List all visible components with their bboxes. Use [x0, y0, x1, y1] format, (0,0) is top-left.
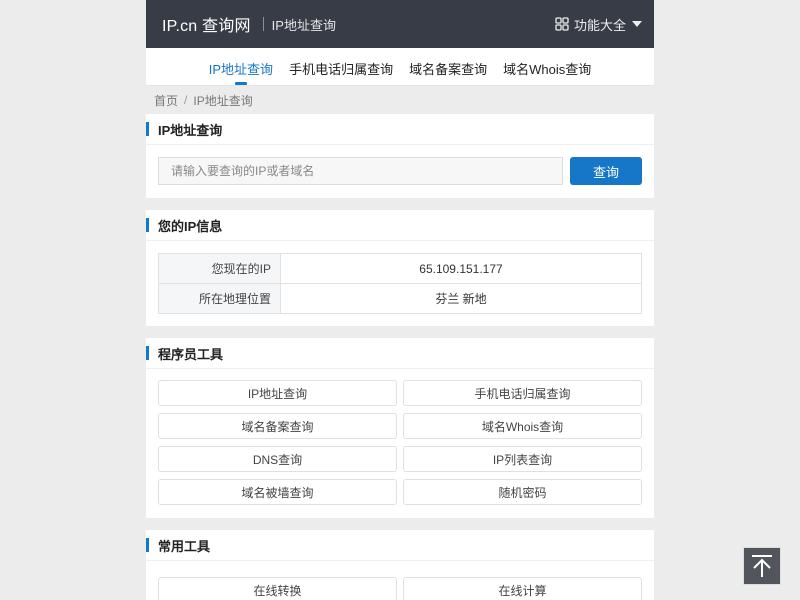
common-tools-card: 常用工具 在线转换 在线计算	[146, 530, 654, 600]
tool-domain-blocked-button[interactable]: 域名被墙查询	[158, 479, 397, 505]
tool-random-password-button[interactable]: 随机密码	[403, 479, 642, 505]
search-button[interactable]: 查询	[570, 157, 642, 185]
dev-tools-title: 程序员工具	[158, 346, 224, 362]
tab-domain-icp[interactable]: 域名备案查询	[409, 48, 487, 85]
search-card-header: IP地址查询	[146, 114, 654, 145]
tool-domain-icp-button[interactable]: 域名备案查询	[158, 413, 397, 439]
common-tools-grid: 在线转换 在线计算	[146, 561, 654, 600]
title-accent-bar	[146, 346, 149, 360]
ip-info-body: 您现在的IP 65.109.151.177 所在地理位置 芬兰 新地	[146, 241, 654, 326]
tool-phone-lookup-button[interactable]: 手机电话归属查询	[403, 380, 642, 406]
ip-info-card: 您的IP信息 您现在的IP 65.109.151.177 所在地理位置 芬兰 新…	[146, 210, 654, 326]
ip-info-title: 您的IP信息	[158, 218, 223, 234]
breadcrumb-separator: /	[184, 93, 188, 107]
search-card-title: IP地址查询	[158, 122, 223, 138]
tab-phone-lookup[interactable]: 手机电话归属查询	[289, 48, 393, 85]
grid-icon	[555, 17, 569, 31]
tab-ip-lookup[interactable]: IP地址查询	[209, 48, 273, 85]
title-accent-bar	[146, 122, 149, 136]
tool-ip-lookup-button[interactable]: IP地址查询	[158, 380, 397, 406]
arrow-up-to-top-icon	[752, 555, 772, 577]
breadcrumb-current: IP地址查询	[193, 93, 253, 108]
current-ip-value: 65.109.151.177	[280, 253, 642, 284]
tab-domain-whois[interactable]: 域名Whois查询	[503, 48, 591, 85]
features-menu-button[interactable]: 功能大全	[555, 15, 642, 34]
location-label: 所在地理位置	[158, 283, 281, 314]
top-header: IP.cn 查询网 IP地址查询 功能大全	[146, 0, 654, 48]
tool-dns-lookup-button[interactable]: DNS查询	[158, 446, 397, 472]
tool-ip-list-button[interactable]: IP列表查询	[403, 446, 642, 472]
search-form: 查询	[146, 145, 654, 198]
common-tools-title: 常用工具	[158, 538, 211, 554]
page-container: IP.cn 查询网 IP地址查询 功能大全 IP地址查询 手机电话归属查询 域名…	[146, 0, 654, 600]
location-value: 芬兰 新地	[280, 283, 642, 314]
current-ip-label: 您现在的IP	[158, 253, 281, 284]
title-accent-bar	[146, 538, 149, 552]
dev-tools-card: 程序员工具 IP地址查询 手机电话归属查询 域名备案查询 域名Whois查询 D…	[146, 338, 654, 518]
search-card: IP地址查询 查询	[146, 114, 654, 198]
back-to-top-button[interactable]	[743, 547, 781, 585]
ip-info-table: 您现在的IP 65.109.151.177 所在地理位置 芬兰 新地	[158, 253, 642, 314]
caret-down-icon	[632, 21, 642, 27]
header-subtitle: IP地址查询	[271, 17, 336, 33]
dev-tools-header: 程序员工具	[146, 338, 654, 369]
features-menu-label: 功能大全	[573, 17, 626, 33]
dev-tools-grid: IP地址查询 手机电话归属查询 域名备案查询 域名Whois查询 DNS查询 I…	[146, 369, 654, 505]
title-accent-bar	[146, 218, 149, 232]
breadcrumb: 首页 / IP地址查询	[146, 86, 654, 114]
tool-domain-whois-button[interactable]: 域名Whois查询	[403, 413, 642, 439]
tool-online-calc-button[interactable]: 在线计算	[403, 577, 642, 600]
site-logo[interactable]: IP.cn 查询网	[162, 12, 251, 36]
ip-info-header: 您的IP信息	[146, 210, 654, 241]
header-divider	[262, 17, 264, 31]
main-nav: IP地址查询 手机电话归属查询 域名备案查询 域名Whois查询	[146, 48, 654, 86]
table-row: 所在地理位置 芬兰 新地	[158, 283, 642, 314]
common-tools-header: 常用工具	[146, 530, 654, 561]
search-input[interactable]	[158, 157, 563, 185]
breadcrumb-home[interactable]: 首页	[154, 92, 178, 109]
table-row: 您现在的IP 65.109.151.177	[158, 253, 642, 284]
tool-online-convert-button[interactable]: 在线转换	[158, 577, 397, 600]
